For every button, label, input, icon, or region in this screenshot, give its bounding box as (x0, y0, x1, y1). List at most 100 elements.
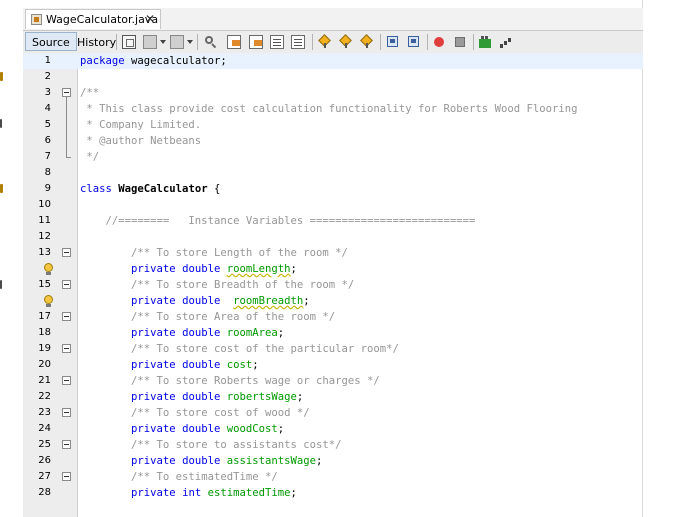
code-line[interactable]: 4 * This class provide cost calculation … (23, 101, 643, 117)
code-line[interactable]: 20 private double cost; (23, 357, 643, 373)
code-line[interactable]: 17 /** To store Area of the room */ (23, 309, 643, 325)
back-icon[interactable] (143, 35, 157, 49)
line-number: 21 (38, 375, 51, 386)
code-editor[interactable]: 1 package wagecalculator; 2 3 /** 4 * Th… (23, 53, 643, 517)
field-type: double (182, 391, 221, 403)
line-number: 8 (44, 167, 51, 178)
source-button[interactable]: Source (25, 32, 77, 51)
check-icon[interactable] (478, 35, 492, 49)
toggle-bookmark-icon[interactable] (360, 35, 374, 49)
code-line[interactable]: 26 private double assistantsWage; (23, 453, 643, 469)
line-number: 12 (38, 231, 51, 242)
code-line[interactable]: 18 private double roomArea; (23, 325, 643, 341)
code-line[interactable]: 6 * @author Netbeans (23, 133, 643, 149)
fold-toggle-icon[interactable] (62, 440, 71, 449)
code-line[interactable]: 10 (23, 197, 643, 213)
keyword-private: private (131, 487, 176, 499)
keyword-private: private (131, 327, 176, 339)
start-macro-recording-icon[interactable] (432, 35, 446, 49)
code-line[interactable]: 15 /** To store Breadth of the room */ (23, 277, 643, 293)
rectangular-selection-icon[interactable] (291, 35, 305, 49)
code-line[interactable]: 11 //======== Instance Variables =======… (23, 213, 643, 229)
class-name: WageCalculator (118, 183, 208, 195)
field-name: roomArea (226, 327, 278, 339)
forward-icon[interactable] (170, 35, 184, 49)
field-name: robertsWage (226, 391, 297, 403)
editor-tab-strip: WageCalculator.java ✕ (23, 8, 643, 31)
previous-bookmark-icon[interactable] (318, 35, 332, 49)
line-number: 2 (44, 71, 51, 82)
forward-dropdown-icon[interactable] (187, 40, 193, 44)
code-line[interactable]: 3 /** (23, 85, 643, 101)
code-line[interactable]: 24 private double woodCost; (23, 421, 643, 437)
line-number: 4 (44, 103, 51, 114)
code-line[interactable]: 2 (23, 69, 643, 85)
fold-toggle-icon[interactable] (62, 312, 71, 321)
code-line[interactable]: 5 * Company Limited. (23, 117, 643, 133)
find-icon[interactable] (204, 35, 218, 49)
find-next-icon[interactable] (249, 35, 263, 49)
chart-bars-icon[interactable] (499, 35, 513, 49)
field-type: double (182, 327, 221, 339)
code-line[interactable]: 28 private int estimatedTime; (23, 485, 643, 501)
next-bookmark-icon[interactable] (339, 35, 353, 49)
close-tab-icon[interactable]: ✕ (145, 12, 155, 26)
edge-marker (0, 280, 2, 289)
code-line[interactable]: private double roomLength; (23, 261, 643, 277)
field-name: roomLength (226, 263, 291, 275)
java-file-icon (31, 14, 42, 25)
code-line[interactable]: 22 private double robertsWage; (23, 389, 643, 405)
code-line[interactable]: 27 /** To estimatedTime */ (23, 469, 643, 485)
field-comment: /** To estimatedTime */ (131, 471, 278, 483)
fold-toggle-icon[interactable] (62, 376, 71, 385)
fold-toggle-icon[interactable] (62, 472, 71, 481)
field-comment: /** To store cost of wood */ (131, 407, 310, 419)
line-number: 27 (38, 471, 51, 482)
fold-toggle-icon[interactable] (62, 248, 71, 257)
code-line[interactable]: 1 package wagecalculator; (23, 53, 643, 69)
warning-hint-icon[interactable] (43, 295, 54, 307)
fold-toggle-icon[interactable] (62, 280, 71, 289)
code-line[interactable]: 12 (23, 229, 643, 245)
field-type: double (182, 263, 221, 275)
field-name: woodCost (226, 423, 278, 435)
line-number: 25 (38, 439, 51, 450)
code-line[interactable]: 21 /** To store Roberts wage or charges … (23, 373, 643, 389)
semicolon: ; (277, 423, 285, 435)
warning-hint-icon[interactable] (43, 263, 54, 275)
field-name: roomBreadth (233, 295, 304, 307)
semicolon: ; (296, 391, 304, 403)
fold-toggle-icon[interactable] (62, 344, 71, 353)
code-line[interactable]: private double roomBreadth; (23, 293, 643, 309)
toggle-highlight-icon[interactable] (270, 35, 284, 49)
code-line[interactable]: 8 (23, 165, 643, 181)
line-number: 19 (38, 343, 51, 354)
code-line[interactable]: 23 /** To store cost of wood */ (23, 405, 643, 421)
keyword-private: private (131, 263, 176, 275)
field-type: double (182, 423, 221, 435)
shift-left-icon[interactable] (386, 35, 400, 49)
line-number: 11 (38, 215, 51, 226)
keyword-private: private (131, 295, 176, 307)
back-dropdown-icon[interactable] (160, 40, 166, 44)
toolbar-separator (473, 34, 474, 50)
semicolon: ; (290, 263, 297, 275)
line-number: 17 (38, 311, 51, 322)
fold-toggle-icon[interactable] (62, 408, 71, 417)
stop-macro-recording-icon[interactable] (453, 35, 467, 49)
code-line[interactable]: 9 class WageCalculator { (23, 181, 643, 197)
code-line[interactable]: 7 */ (23, 149, 643, 165)
keyword-package: package (80, 55, 125, 67)
semicolon: ; (316, 455, 323, 467)
editor-tab[interactable]: WageCalculator.java ✕ (25, 9, 161, 29)
line-number: 3 (44, 87, 51, 98)
code-line[interactable]: 13 /** To store Length of the room */ (23, 245, 643, 261)
keyword-class: class (80, 183, 112, 195)
last-edit-icon[interactable] (122, 35, 136, 49)
code-line[interactable]: 19 /** To store cost of the particular r… (23, 341, 643, 357)
code-line[interactable]: 25 /** To store to assistants cost*/ (23, 437, 643, 453)
find-previous-icon[interactable] (227, 35, 241, 49)
fold-toggle-icon[interactable] (62, 88, 71, 97)
shift-right-icon[interactable] (407, 35, 421, 49)
